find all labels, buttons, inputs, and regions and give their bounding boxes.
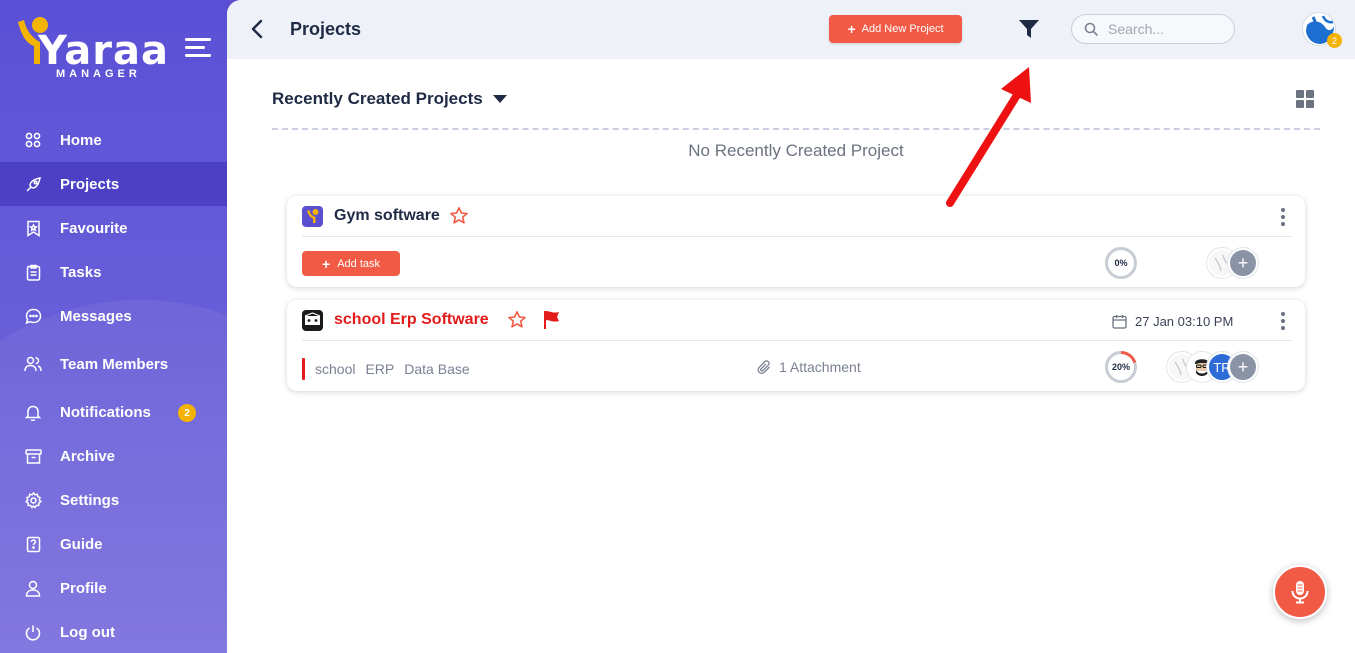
project-date-text: 27 Jan 03:10 PM	[1135, 314, 1234, 329]
filter-icon[interactable]	[1018, 18, 1040, 40]
voice-input-button[interactable]	[1273, 565, 1327, 619]
calendar-icon	[1112, 315, 1127, 329]
project-name[interactable]: Gym software	[334, 207, 440, 225]
add-task-button[interactable]: + Add task	[302, 251, 400, 276]
grid-icon	[24, 131, 42, 149]
sidebar-nav: Home Projects Favourite Tasks Messages T…	[0, 118, 227, 653]
tag-erp[interactable]: ERP	[365, 361, 394, 377]
sidebar-item-messages[interactable]: Messages	[0, 294, 227, 338]
chat-icon	[24, 307, 42, 325]
add-member-button[interactable]: +	[1228, 248, 1258, 278]
sidebar: Yaraa MANAGER Home Projects Favourite Ta…	[0, 0, 227, 653]
page-title: Projects	[290, 19, 362, 39]
paperclip-icon	[757, 359, 770, 374]
recent-projects-dropdown[interactable]: Recently Created Projects	[272, 89, 507, 109]
sidebar-item-label: Archive	[60, 447, 116, 465]
sidebar-item-label: Projects	[60, 175, 120, 193]
project-card-header: Gym software	[302, 196, 1292, 237]
search-input[interactable]	[1108, 21, 1218, 37]
sidebar-item-home[interactable]: Home	[0, 118, 227, 162]
user-notification-badge: 2	[1327, 33, 1342, 48]
clipboard-icon	[24, 263, 42, 281]
project-name[interactable]: school Erp Software	[334, 311, 489, 329]
progress-percent: 0%	[1114, 258, 1128, 268]
add-new-project-label: Add New Project	[861, 23, 944, 35]
priority-bar	[302, 358, 305, 380]
sidebar-item-team-members[interactable]: Team Members	[0, 342, 227, 386]
star-icon[interactable]	[507, 310, 527, 330]
sidebar-item-projects[interactable]: Projects	[0, 162, 227, 206]
attachments-link[interactable]: 1 Attachment	[757, 359, 861, 375]
search-icon	[1084, 22, 1098, 36]
help-icon	[24, 535, 42, 553]
bookmark-icon	[24, 219, 42, 237]
project-tags: school ERP Data Base	[302, 358, 480, 380]
more-options-icon[interactable]	[1280, 312, 1286, 330]
flag-icon[interactable]	[542, 309, 562, 331]
star-icon[interactable]	[449, 206, 469, 226]
progress-ring: 20%	[1104, 350, 1138, 384]
plus-icon: +	[847, 21, 856, 37]
project-logo-icon	[302, 206, 323, 227]
sidebar-item-label: Settings	[60, 491, 120, 509]
sidebar-item-label: Guide	[60, 535, 103, 553]
progress-ring: 0%	[1104, 246, 1138, 280]
bell-icon	[24, 403, 42, 421]
sidebar-item-label: Favourite	[60, 219, 128, 237]
attachment-count: 1 Attachment	[779, 359, 861, 375]
sidebar-item-label: Log out	[60, 623, 115, 641]
tag-school[interactable]: school	[315, 361, 355, 377]
project-due-date: 27 Jan 03:10 PM	[1112, 314, 1233, 329]
menu-toggle-icon[interactable]	[185, 38, 211, 58]
sidebar-item-favourite[interactable]: Favourite	[0, 206, 227, 250]
progress-percent: 20%	[1111, 362, 1130, 372]
plus-icon: +	[322, 255, 331, 272]
add-new-project-button[interactable]: + Add New Project	[829, 15, 962, 43]
back-arrow-icon[interactable]	[249, 18, 265, 40]
project-card-header: school Erp Software 27 Jan 03:10 PM	[302, 300, 1292, 341]
add-member-button[interactable]: +	[1228, 352, 1258, 382]
sidebar-item-label: Notifications	[60, 403, 151, 421]
notification-count-badge: 2	[178, 404, 196, 422]
top-bar: Projects + Add New Project 2	[227, 0, 1355, 59]
main-content: Projects + Add New Project 2 Recently Cr…	[227, 0, 1355, 653]
annotation-arrow	[946, 67, 1031, 207]
project-logo-icon	[302, 310, 323, 331]
sidebar-item-label: Team Members	[60, 355, 169, 373]
brand-subtitle: MANAGER	[56, 68, 141, 80]
sidebar-item-notifications[interactable]: Notifications 2	[0, 390, 227, 434]
sidebar-item-archive[interactable]: Archive	[0, 434, 227, 478]
sidebar-item-label: Home	[60, 131, 102, 149]
section-divider	[272, 128, 1320, 130]
add-task-label: Add task	[337, 257, 380, 270]
project-card[interactable]: school Erp Software 27 Jan 03:10 PM scho…	[287, 300, 1305, 391]
project-card[interactable]: Gym software + Add task 0% +	[287, 196, 1305, 287]
sidebar-item-settings[interactable]: Settings	[0, 478, 227, 522]
more-options-icon[interactable]	[1280, 208, 1286, 226]
search-box[interactable]	[1071, 14, 1235, 44]
caret-down-icon	[492, 95, 507, 103]
empty-state-text: No Recently Created Project	[688, 141, 904, 160]
gear-icon	[24, 491, 42, 509]
brand-logo[interactable]: Yaraa MANAGER	[16, 14, 168, 80]
grid-view-icon[interactable]	[1296, 90, 1314, 108]
power-icon	[24, 623, 42, 641]
sidebar-item-tasks[interactable]: Tasks	[0, 250, 227, 294]
tag-database[interactable]: Data Base	[404, 361, 469, 377]
sidebar-item-label: Tasks	[60, 263, 102, 281]
sidebar-item-profile[interactable]: Profile	[0, 566, 227, 610]
sidebar-item-guide[interactable]: Guide	[0, 522, 227, 566]
sidebar-item-label: Profile	[60, 579, 107, 597]
rocket-icon	[24, 175, 42, 193]
sidebar-item-logout[interactable]: Log out	[0, 610, 227, 653]
users-icon	[24, 355, 42, 373]
archive-icon	[24, 447, 42, 465]
user-icon	[24, 579, 42, 597]
sidebar-item-label: Messages	[60, 307, 132, 325]
section-title: Recently Created Projects	[272, 89, 483, 108]
microphone-icon	[1291, 581, 1309, 604]
